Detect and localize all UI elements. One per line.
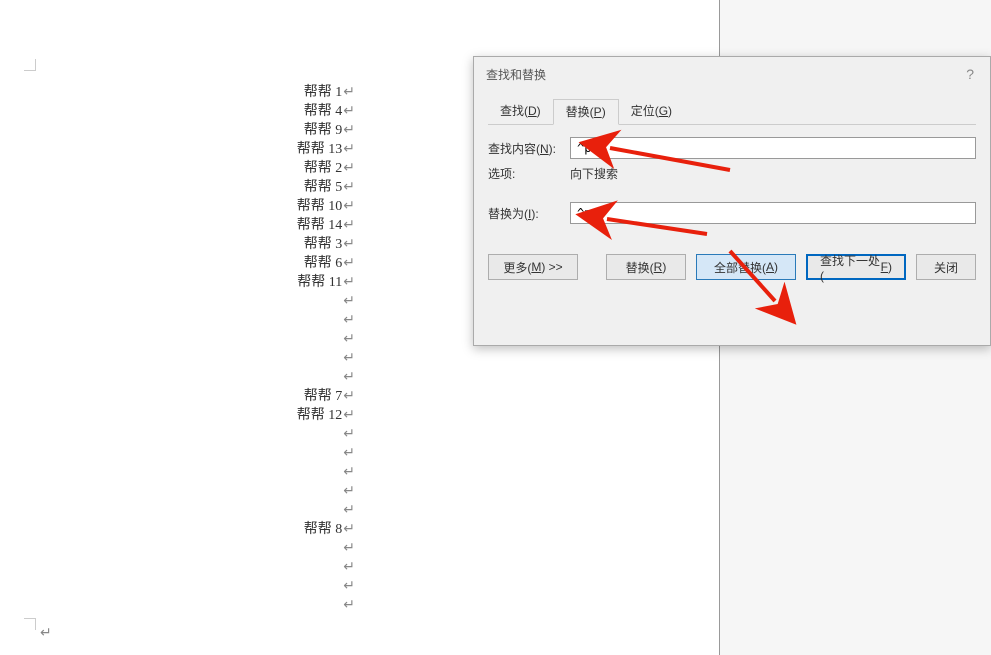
paragraph-mark-icon: ↵ bbox=[343, 427, 355, 442]
find-input[interactable] bbox=[570, 137, 976, 159]
paragraph-mark-icon: ↵ bbox=[343, 294, 355, 309]
paragraph-mark-icon: ↵ bbox=[343, 332, 355, 347]
paragraph-mark-icon: ↵ bbox=[343, 389, 355, 404]
document-line[interactable]: ↵ bbox=[40, 425, 360, 444]
paragraph-mark-icon: ↵ bbox=[343, 579, 355, 594]
paragraph-mark-icon: ↵ bbox=[343, 256, 355, 271]
paragraph-mark-icon: ↵ bbox=[343, 275, 355, 290]
document-line[interactable]: ↵ bbox=[40, 311, 360, 330]
paragraph-mark-icon: ↵ bbox=[343, 465, 355, 480]
tab-goto[interactable]: 定位(G) bbox=[619, 98, 684, 124]
document-line[interactable]: 帮帮 7↵ bbox=[40, 387, 360, 406]
document-line[interactable]: 帮帮 12↵ bbox=[40, 406, 360, 425]
tab-goto-label: 定位(G) bbox=[631, 102, 672, 119]
tab-find[interactable]: 查找(D) bbox=[488, 98, 553, 124]
paragraph-mark-icon: ↵ bbox=[343, 541, 355, 556]
document-line[interactable]: ↵ bbox=[40, 539, 360, 558]
dialog-title: 查找和替换 bbox=[486, 66, 546, 83]
paragraph-mark-icon: ↵ bbox=[343, 313, 355, 328]
paragraph-mark-icon: ↵ bbox=[343, 199, 355, 214]
paragraph-mark-icon: ↵ bbox=[343, 598, 355, 613]
document-line[interactable]: ↵ bbox=[40, 330, 360, 349]
tab-replace[interactable]: 替换(P) bbox=[553, 99, 619, 125]
paragraph-mark-icon: ↵ bbox=[343, 180, 355, 195]
paragraph-mark-icon: ↵ bbox=[343, 237, 355, 252]
find-replace-dialog: 查找和替换 ? 查找(D) 替换(P) 定位(G) 查找内容(N): 选项: 向… bbox=[473, 56, 991, 346]
document-line[interactable]: 帮帮 5↵ bbox=[40, 178, 360, 197]
paragraph-mark-icon: ↵ bbox=[343, 484, 355, 499]
document-line[interactable]: 帮帮 14↵ bbox=[40, 216, 360, 235]
document-line[interactable]: ↵ bbox=[40, 463, 360, 482]
paragraph-mark-icon: ↵ bbox=[343, 522, 355, 537]
document-line[interactable]: 帮帮 6↵ bbox=[40, 254, 360, 273]
paragraph-mark-icon: ↵ bbox=[343, 503, 355, 518]
tab-replace-label: 替换(P) bbox=[566, 103, 606, 120]
paragraph-mark-icon: ↵ bbox=[343, 161, 355, 176]
buttons-row: 更多(M) >> 替换(R) 全部替换(A) 查找下一处(F) 关闭 bbox=[488, 254, 976, 280]
paragraph-mark-icon: ↵ bbox=[343, 142, 355, 157]
document-line[interactable]: 帮帮 11↵ bbox=[40, 273, 360, 292]
replace-label: 替换为(I): bbox=[488, 205, 570, 222]
document-line[interactable]: 帮帮 9↵ bbox=[40, 121, 360, 140]
paragraph-mark-icon: ↵ bbox=[343, 218, 355, 233]
document-line[interactable]: 帮帮 2↵ bbox=[40, 159, 360, 178]
document-line[interactable]: 帮帮 3↵ bbox=[40, 235, 360, 254]
paragraph-mark-icon: ↵ bbox=[343, 123, 355, 138]
document-line[interactable]: 帮帮 8↵ bbox=[40, 520, 360, 539]
paragraph-mark-icon: ↵ bbox=[343, 446, 355, 461]
document-line[interactable]: 帮帮 10↵ bbox=[40, 197, 360, 216]
paragraph-mark-icon: ↵ bbox=[343, 351, 355, 366]
replace-all-button[interactable]: 全部替换(A) bbox=[696, 254, 796, 280]
page-margin-topleft bbox=[24, 59, 36, 71]
paragraph-mark-icon: ↵ bbox=[343, 560, 355, 575]
find-label: 查找内容(N): bbox=[488, 140, 570, 157]
replace-button[interactable]: 替换(R) bbox=[606, 254, 686, 280]
close-button[interactable]: 关闭 bbox=[916, 254, 976, 280]
document-line[interactable]: ↵ bbox=[40, 292, 360, 311]
help-button[interactable]: ? bbox=[966, 66, 974, 82]
page-margin-bottomleft bbox=[24, 618, 36, 630]
paragraph-mark-icon: ↵ bbox=[343, 408, 355, 423]
replace-row: 替换为(I): bbox=[488, 202, 976, 224]
document-line[interactable]: ↵ bbox=[40, 558, 360, 577]
options-row: 选项: 向下搜索 bbox=[488, 165, 976, 182]
document-line[interactable]: ↵ bbox=[40, 501, 360, 520]
document-content[interactable]: 帮帮 1↵帮帮 4↵帮帮 9↵帮帮 13↵帮帮 2↵帮帮 5↵帮帮 10↵帮帮 … bbox=[40, 83, 360, 615]
paragraph-mark-icon: ↵ bbox=[343, 85, 355, 100]
document-line[interactable]: ↵ bbox=[40, 368, 360, 387]
tabs: 查找(D) 替换(P) 定位(G) bbox=[488, 99, 976, 125]
paragraph-mark-icon: ↵ bbox=[343, 370, 355, 385]
document-line[interactable]: ↵ bbox=[40, 577, 360, 596]
document-line[interactable]: ↵ bbox=[40, 482, 360, 501]
replace-input[interactable] bbox=[570, 202, 976, 224]
paragraph-mark-icon: ↵ bbox=[343, 104, 355, 119]
more-button[interactable]: 更多(M) >> bbox=[488, 254, 578, 280]
document-line[interactable]: ↵ bbox=[40, 349, 360, 368]
document-line[interactable]: 帮帮 13↵ bbox=[40, 140, 360, 159]
document-line[interactable]: 帮帮 1↵ bbox=[40, 83, 360, 102]
document-line[interactable]: 帮帮 4↵ bbox=[40, 102, 360, 121]
find-next-button[interactable]: 查找下一处(F) bbox=[806, 254, 906, 280]
find-row: 查找内容(N): bbox=[488, 137, 976, 159]
options-label: 选项: bbox=[488, 165, 570, 182]
dialog-body: 查找(D) 替换(P) 定位(G) 查找内容(N): 选项: 向下搜索 替换为(… bbox=[474, 91, 990, 294]
document-line[interactable]: ↵ bbox=[40, 596, 360, 615]
tab-find-label: 查找(D) bbox=[500, 102, 541, 119]
document-line[interactable]: ↵ bbox=[40, 444, 360, 463]
options-value: 向下搜索 bbox=[570, 165, 618, 182]
dialog-titlebar[interactable]: 查找和替换 ? bbox=[474, 57, 990, 91]
end-paragraph-mark: ↵ bbox=[40, 625, 52, 642]
